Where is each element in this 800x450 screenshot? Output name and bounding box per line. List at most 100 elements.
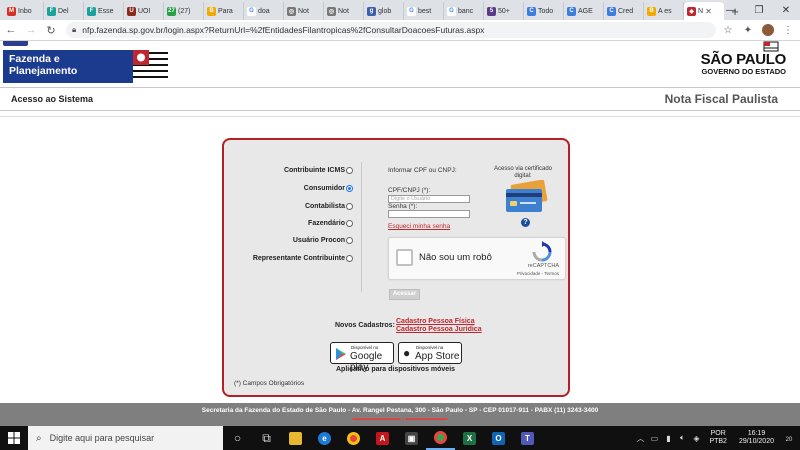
reload-icon[interactable]: ↻ <box>42 21 60 39</box>
cpf-input[interactable]: Digite o Usuário <box>388 195 470 203</box>
notification-badge-icon[interactable]: ▭ <box>647 434 661 443</box>
browser-tab[interactable]: C Cred <box>604 2 644 20</box>
acessar-button[interactable]: Acessar <box>389 289 420 300</box>
help-icon[interactable]: ? <box>521 218 530 227</box>
user-type-option[interactable]: Fazendário <box>308 220 353 227</box>
user-type-radio[interactable] <box>346 220 353 227</box>
page-content: Fazenda e Planejamento SÃO PAULO GOVERNO <box>0 41 800 427</box>
close-window-icon[interactable]: ✕ <box>772 0 800 20</box>
browser-tab-strip: M Inbo F Del F Esse U UOI 27 (27) B Para Gdoa ◎ Not ◎ No… <box>0 0 800 20</box>
language-indicator[interactable]: POR PTB2 <box>709 430 727 446</box>
browser-tab[interactable]: U UOI <box>124 2 164 20</box>
user-type-option[interactable]: Consumidor <box>304 185 353 192</box>
tab-label: Not <box>338 7 349 15</box>
recaptcha-checkbox[interactable] <box>396 249 413 266</box>
browser-tab[interactable]: F Del <box>44 2 84 20</box>
browser-tab[interactable]: Gbest <box>404 2 444 20</box>
google-play-icon <box>336 348 346 360</box>
browser-tab[interactable]: BA es <box>644 2 684 20</box>
as-small: Disponível na <box>416 345 444 350</box>
gp-small: Disponível no <box>351 345 379 350</box>
user-type-radio[interactable] <box>346 167 353 174</box>
star-icon[interactable]: ☆ <box>720 22 736 38</box>
avatar[interactable] <box>760 22 776 38</box>
cortana-icon[interactable]: ○ <box>223 426 252 450</box>
user-type-option[interactable]: Contribuinte ICMS <box>284 167 353 174</box>
sp-name: SÃO PAULO <box>700 51 787 68</box>
network-icon[interactable]: ◈ <box>689 434 703 443</box>
google-icon: G <box>407 6 416 16</box>
excel-icon[interactable]: X <box>455 426 484 450</box>
url-text: nfp.fazenda.sp.gov.br/login.aspx?ReturnU… <box>82 25 485 35</box>
browser-tab[interactable]: g glob <box>364 2 404 20</box>
sp-subtitle: GOVERNO DO ESTADO <box>701 67 786 76</box>
user-type-radio[interactable] <box>346 203 353 210</box>
browser-tab[interactable]: 5 50+ <box>484 2 524 20</box>
task-view-icon[interactable]: ⧉ <box>252 426 281 450</box>
browser-tab[interactable]: C Todo <box>524 2 564 20</box>
governo-sp-logo[interactable]: SÃO PAULO GOVERNO DO ESTADO <box>700 41 787 76</box>
user-type-radio[interactable] <box>346 237 353 244</box>
user-type-radio[interactable] <box>346 185 353 192</box>
menu-icon[interactable]: ⋮ <box>780 22 796 38</box>
store-icon[interactable]: ▣ <box>397 426 426 450</box>
clock[interactable]: 16:19 29/10/2020 <box>739 430 774 446</box>
edge-icon[interactable]: e <box>310 426 339 450</box>
digital-certificate-icon[interactable] <box>504 179 552 214</box>
tab-label: banc <box>458 7 474 15</box>
chevron-up-icon[interactable]: ︿ <box>633 433 647 444</box>
browser-tab[interactable]: Gbanc <box>444 2 484 20</box>
footer-links[interactable]: ▬▬▬▬▬▬▬▬ | ▬▬▬▬▬▬▬ <box>0 416 800 422</box>
user-type-radio[interactable] <box>346 255 353 262</box>
browser-tab[interactable]: F Esse <box>84 2 124 20</box>
minimize-icon[interactable]: — <box>717 0 745 20</box>
volume-icon[interactable]: 🔈︎ <box>675 433 689 443</box>
google-play-badge[interactable]: Disponível no Google play <box>330 342 394 373</box>
fazenda-logo[interactable]: Fazenda e Planejamento <box>3 50 168 83</box>
novos-cadastros-label: Novos Cadastros: <box>335 322 395 329</box>
user-type-option[interactable]: Usuário Procon <box>293 237 353 244</box>
teams-icon[interactable]: T <box>513 426 542 450</box>
browser-tab[interactable]: ◎ Not <box>284 2 324 20</box>
user-type-option[interactable]: Representante Contribuinte <box>253 255 353 262</box>
browser-tab[interactable]: C AGE <box>564 2 604 20</box>
gmail-icon: M <box>7 6 16 16</box>
system-tray: ︿ ▭ ▮ 🔈︎ ◈ POR PTB2 16:19 29/10/2020 20 <box>633 426 800 450</box>
browser-tab[interactable]: Gdoa <box>244 2 284 20</box>
required-note: (*) Campos Obrigatórios <box>234 380 305 387</box>
nfp-icon: ◆ <box>687 6 696 16</box>
back-icon[interactable]: ← <box>2 21 20 39</box>
app-store-badge[interactable]: ● Disponível na App Store <box>398 342 462 364</box>
restore-icon[interactable]: ❐ <box>745 0 773 20</box>
lock-icon[interactable]: 🔒︎ <box>72 25 76 35</box>
divider <box>0 116 800 117</box>
extensions-icon[interactable]: ✦ <box>740 22 756 38</box>
info-text: Informar CPF ou CNPJ: <box>388 167 457 174</box>
action-center-icon[interactable]: 20 <box>780 434 798 443</box>
acrobat-icon[interactable]: A <box>368 426 397 450</box>
c-circle-icon: C <box>607 6 616 16</box>
user-type-option[interactable]: Contabilista <box>305 203 353 210</box>
chrome-icon[interactable] <box>339 426 368 450</box>
recaptcha-widget: Não sou um robô reCAPTCHA Privacidade - … <box>388 237 566 280</box>
fifty-icon: 5 <box>487 6 496 16</box>
browser-tab[interactable]: ◎ Not <box>324 2 364 20</box>
url-bar[interactable]: 🔒︎ nfp.fazenda.sp.gov.br/login.aspx?Retu… <box>66 22 716 38</box>
logo-line-2: Planejamento <box>9 65 78 77</box>
chrome-active-icon[interactable] <box>426 426 455 450</box>
browser-tab[interactable]: M Inbo <box>4 2 44 20</box>
browser-tab[interactable]: 27 (27) <box>164 2 204 20</box>
close-tab-icon[interactable]: ✕ <box>705 7 712 16</box>
forgot-password-link[interactable]: Esqueci minha senha <box>388 223 450 230</box>
browser-tab[interactable]: B Para <box>204 2 244 20</box>
senha-input[interactable] <box>388 210 470 218</box>
windows-start-icon[interactable] <box>0 426 28 450</box>
cadastro-fisica-link[interactable]: Cadastro Pessoa Física <box>396 318 475 325</box>
forward-icon[interactable]: → <box>22 21 40 39</box>
file-explorer-icon[interactable] <box>281 426 310 450</box>
cadastro-juridica-link[interactable]: Cadastro Pessoa Jurídica <box>396 326 482 333</box>
outlook-icon[interactable]: O <box>484 426 513 450</box>
recaptcha-links[interactable]: Privacidade - Termos <box>517 271 559 276</box>
battery-icon[interactable]: ▮ <box>661 434 675 443</box>
taskbar-search[interactable]: ⌕ Digite aqui para pesquisar <box>28 426 223 450</box>
